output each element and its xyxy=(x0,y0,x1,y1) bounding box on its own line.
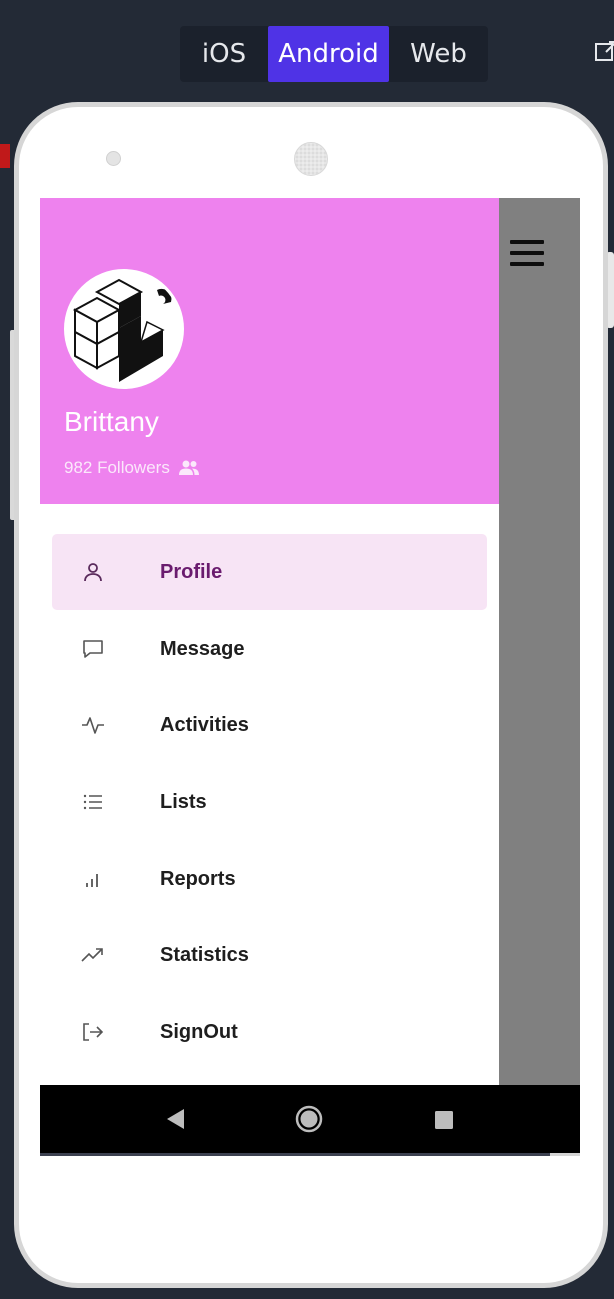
tab-web[interactable]: Web xyxy=(389,26,488,82)
speaker-icon xyxy=(294,142,328,176)
tab-ios[interactable]: iOS xyxy=(180,26,268,82)
people-icon xyxy=(178,460,199,475)
screen-bottom-edge xyxy=(40,1153,550,1156)
navigation-drawer: Brittany 982 Followers Profile Message A… xyxy=(40,198,499,1085)
menu-item-label: Profile xyxy=(160,560,223,583)
menu-item-activities[interactable]: Activities xyxy=(52,687,487,763)
camera-icon xyxy=(106,151,121,166)
menu-item-label: SignOut xyxy=(160,1020,238,1043)
tab-android[interactable]: Android xyxy=(268,26,389,82)
drawer-header: Brittany 982 Followers xyxy=(40,198,499,504)
home-circle-icon[interactable] xyxy=(295,1105,323,1133)
platform-tabs: iOS Android Web xyxy=(180,26,488,82)
error-marker xyxy=(0,144,10,168)
trending-up-icon xyxy=(80,942,106,968)
menu-item-label: Statistics xyxy=(160,943,249,966)
menu-item-label: Reports xyxy=(160,867,236,890)
device-screen: Brittany 982 Followers Profile Message A… xyxy=(40,198,580,1156)
menu-item-lists[interactable]: Lists xyxy=(52,764,487,840)
message-icon xyxy=(80,636,106,662)
bar-chart-icon xyxy=(80,866,106,892)
menu-item-signout[interactable]: SignOut xyxy=(52,994,487,1070)
followers-count: 982 Followers xyxy=(64,458,200,478)
menu-item-profile[interactable]: Profile xyxy=(52,534,487,610)
menu-item-reports[interactable]: Reports xyxy=(52,841,487,917)
menu-item-message[interactable]: Message xyxy=(52,611,487,687)
menu-item-statistics[interactable]: Statistics xyxy=(52,917,487,993)
activity-icon xyxy=(80,712,106,738)
person-icon xyxy=(80,559,106,585)
android-nav-bar xyxy=(40,1085,580,1153)
open-external-icon[interactable] xyxy=(594,38,614,64)
followers-label: 982 Followers xyxy=(64,458,170,477)
menu-item-label: Activities xyxy=(160,713,249,736)
menu-item-label: Lists xyxy=(160,790,207,813)
back-triangle-icon[interactable] xyxy=(164,1107,186,1131)
list-icon xyxy=(80,789,106,815)
screen-bottom-edge-light xyxy=(550,1153,580,1156)
user-name: Brittany xyxy=(64,406,159,437)
avatar[interactable] xyxy=(64,269,184,389)
cube-logo-icon xyxy=(72,278,172,382)
drawer-scrim[interactable] xyxy=(499,198,580,1085)
menu-icon[interactable] xyxy=(510,240,544,270)
sign-out-icon xyxy=(80,1019,106,1045)
recents-square-icon[interactable] xyxy=(434,1110,454,1130)
menu-item-label: Message xyxy=(160,637,245,660)
